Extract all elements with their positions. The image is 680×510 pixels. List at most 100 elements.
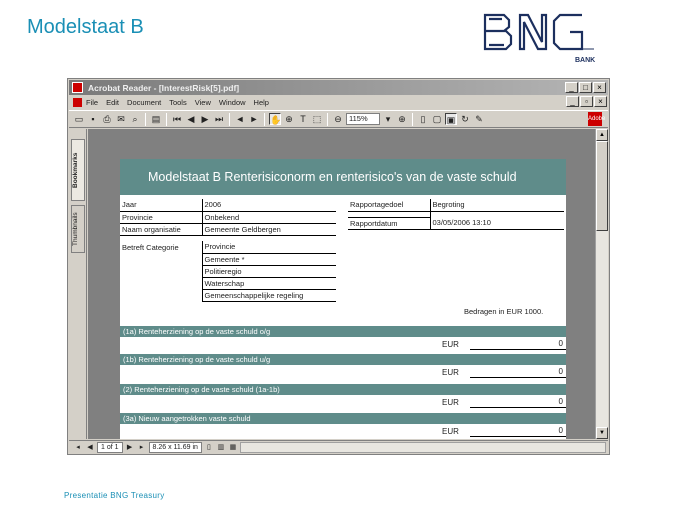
amount-field[interactable]: 0 [470,366,566,378]
maximize-button[interactable]: □ [579,82,592,93]
fit-width-icon[interactable]: ▣ [445,113,457,125]
next-page-icon[interactable]: ▶ [199,113,211,125]
fit-page-icon[interactable]: ▢ [431,113,443,125]
amount-row: EUR 0 [120,338,566,352]
pdf-page: Modelstaat B Renterisiconorm en renteris… [120,159,566,439]
currency-label: EUR [442,398,459,407]
adobe-logo-icon: Adobe [588,112,605,126]
doc-minimize-button[interactable]: _ [566,96,579,107]
table-row: Waterschap [120,277,336,290]
horizontal-scrollbar[interactable] [239,442,606,453]
first-page-small-icon[interactable]: ◂ [73,443,83,453]
text-select-icon[interactable]: T [297,113,309,125]
show-navigation-icon[interactable]: ▤ [150,113,162,125]
rotate-icon[interactable]: ↻ [459,113,471,125]
amount-row: EUR 0 [120,396,566,410]
field-label: Naam organisatie [120,223,203,236]
prev-page-small-icon[interactable]: ◀ [85,443,95,453]
table-row: Provincie Onbekend [120,211,336,224]
print-icon[interactable]: ⎙ [101,113,113,125]
categorie-option[interactable]: Gemeente * [202,253,336,266]
document-pane[interactable]: Modelstaat B Renterisiconorm en renteris… [88,129,596,439]
bedragen-note: Bedragen in EUR 1000. [464,307,544,316]
comment-icon[interactable]: ✎ [473,113,485,125]
acrobat-icon [72,82,83,93]
categorie-option[interactable]: Politieregio [202,265,336,278]
search-icon[interactable]: ⌕ [129,113,141,125]
table-row: Jaar 2006 [120,199,336,212]
form-left-table: Jaar 2006 Provincie Onbekend Naam organisa… [120,199,336,236]
form-right-table: Rapportagedoel Begroting Rapportdatum 03/0… [348,199,564,230]
graphics-select-icon[interactable]: ⬚ [311,113,323,125]
open-icon[interactable]: ▭ [73,113,85,125]
go-back-icon[interactable]: ◄ [234,113,246,125]
zoom-out-icon[interactable]: ⊖ [332,113,344,125]
next-page-small-icon[interactable]: ▶ [125,443,135,453]
section-header: (3a) Nieuw aangetrokken vaste schuld [120,413,566,424]
last-page-small-icon[interactable]: ▸ [137,443,147,453]
save-icon[interactable]: ▪ [87,113,99,125]
field-label: Jaar [120,199,203,212]
menu-view[interactable]: View [195,98,211,107]
table-row: Politieregio [120,265,336,278]
amount-row: EUR 0 [120,425,566,439]
single-page-icon[interactable]: ▯ [204,443,214,453]
zoom-in-icon[interactable]: ⊕ [396,113,408,125]
minimize-button[interactable]: _ [565,82,578,93]
go-forward-icon[interactable]: ► [248,113,260,125]
section-header: (1a) Renteherziening op de vaste schuld … [120,326,566,337]
field-value: 03/05/2006 13:10 [430,217,564,230]
title-bar[interactable]: Acrobat Reader - [InterestRisk[5].pdf] _… [69,80,608,95]
email-icon[interactable]: ✉ [115,113,127,125]
field-label: Rapportdatum [348,217,431,230]
toolbar: ▭ ▪ ⎙ ✉ ⌕ ▤ ⏮ ◀ ▶ ⏭ ◄ ► ✋ ⊕ T ⬚ ⊖ 115% ▾… [69,110,608,128]
menu-window[interactable]: Window [219,98,246,107]
zoom-dropdown-icon[interactable]: ▾ [382,113,394,125]
bng-logo: BANK [482,12,597,67]
previous-page-icon[interactable]: ◀ [185,113,197,125]
categorie-option[interactable]: Waterschap [202,277,336,290]
table-row: Betreft Categorie Provincie [120,241,336,254]
currency-label: EUR [442,427,459,436]
scroll-up-icon[interactable]: ▲ [596,129,608,141]
scroll-thumb[interactable] [596,141,608,231]
doc-close-button[interactable]: × [594,96,607,107]
window-title: Acrobat Reader - [InterestRisk[5].pdf] [88,82,240,93]
zoom-input[interactable]: 115% [346,113,380,125]
amount-field[interactable]: 0 [470,425,566,437]
scroll-down-icon[interactable]: ▼ [596,427,608,439]
table-row: Gemeente * [120,253,336,266]
categorie-option[interactable]: Provincie [202,241,336,254]
last-page-icon[interactable]: ⏭ [213,113,225,125]
field-value: Gemeente Geldbergen [202,223,336,236]
doc-restore-button[interactable]: ▫ [580,96,593,107]
navigation-tabs: Bookmarks Thumbnails [69,129,87,439]
document-icon[interactable] [73,98,82,107]
section-header: (2) Renteherziening op de vaste schuld (… [120,384,566,395]
field-value: 2006 [202,199,336,212]
amount-field[interactable]: 0 [470,396,566,408]
menu-tools[interactable]: Tools [169,98,187,107]
actual-size-icon[interactable]: ▯ [417,113,429,125]
categorie-option[interactable]: Gemeenschappelijke regeling [202,289,336,302]
zoom-tool-icon[interactable]: ⊕ [283,113,295,125]
menu-document[interactable]: Document [127,98,161,107]
page-number-field[interactable]: 1 of 1 [97,442,123,453]
continuous-icon[interactable]: ▥ [216,443,226,453]
table-row: Rapportdatum 03/05/2006 13:10 [348,217,564,230]
facing-pages-icon[interactable]: ▦ [228,443,238,453]
svg-text:BANK: BANK [575,57,595,64]
hand-tool-icon[interactable]: ✋ [269,113,281,125]
close-button[interactable]: × [593,82,606,93]
menu-help[interactable]: Help [254,98,269,107]
menu-edit[interactable]: Edit [106,98,119,107]
tab-bookmarks[interactable]: Bookmarks [71,139,85,201]
currency-label: EUR [442,368,459,377]
status-bar: ◂ ◀ 1 of 1 ▶ ▸ 8.26 x 11.69 in ▯ ▥ ▦ [69,440,608,454]
menu-file[interactable]: File [86,98,98,107]
vertical-scrollbar[interactable]: ▲ ▼ [595,129,608,439]
tab-thumbnails[interactable]: Thumbnails [71,205,85,253]
amount-field[interactable]: 0 [470,338,566,350]
first-page-icon[interactable]: ⏮ [171,113,183,125]
acrobat-reader-window: Acrobat Reader - [InterestRisk[5].pdf] _… [67,78,610,455]
